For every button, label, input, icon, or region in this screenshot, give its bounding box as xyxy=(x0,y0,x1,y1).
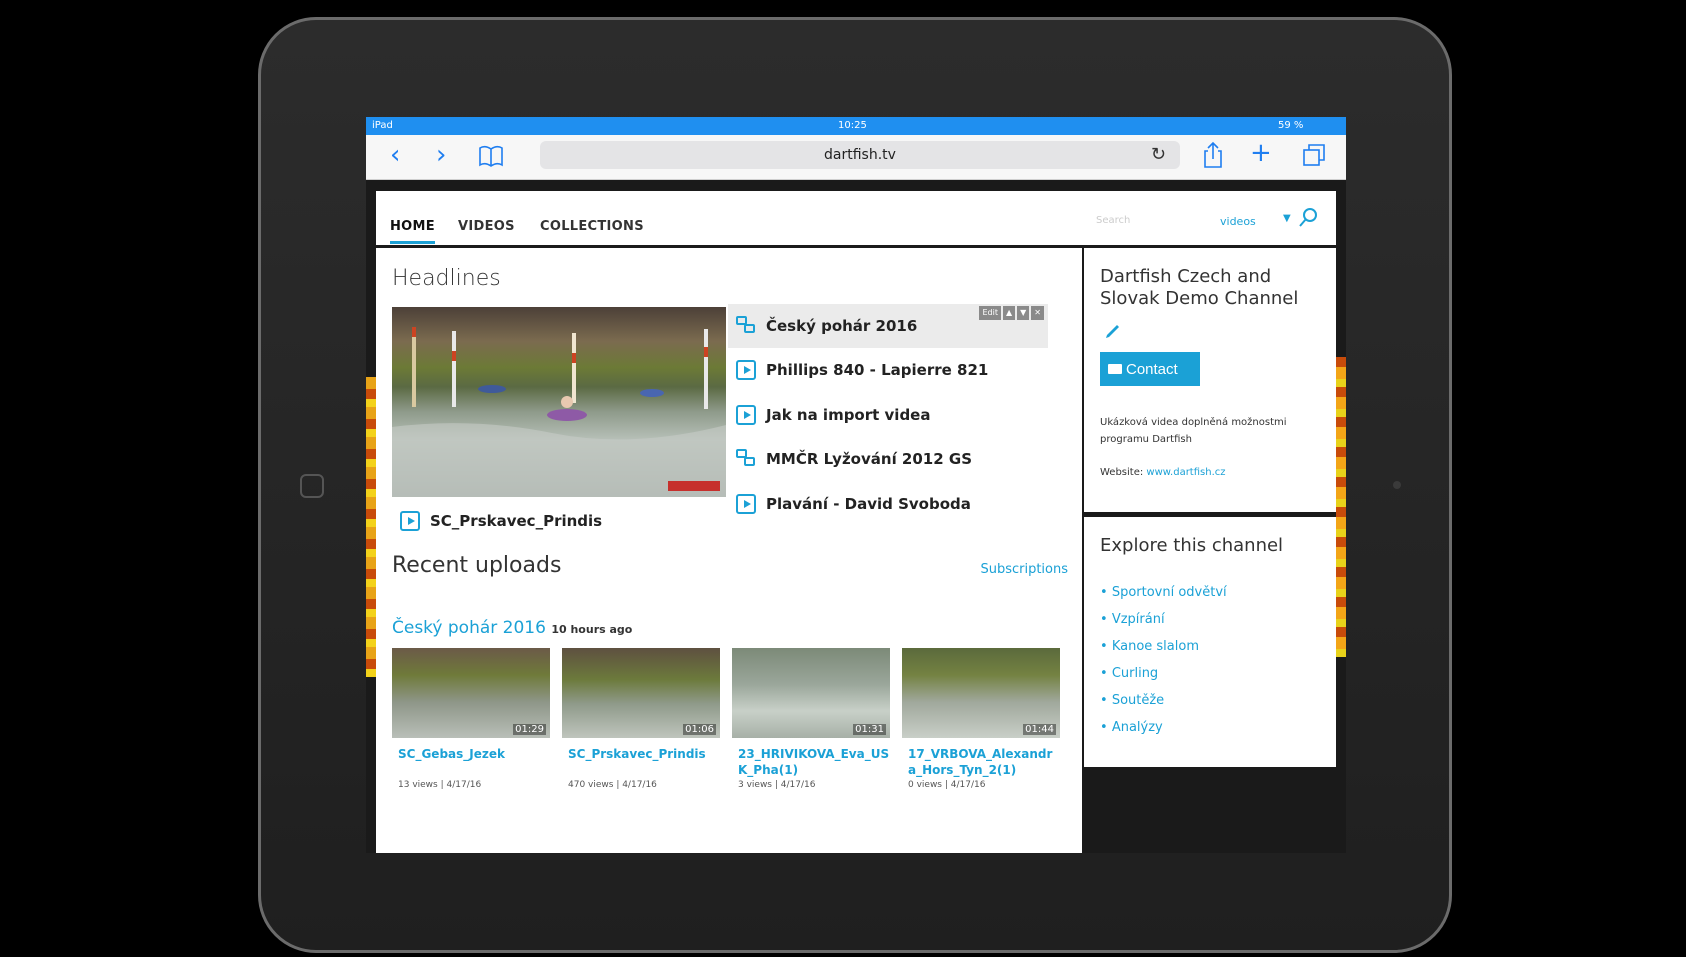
video-card[interactable]: 01:44 17_VRBOVA_Alexandra_Hors_Tyn_2(1) … xyxy=(902,648,1060,790)
collection-heading: Český pohár 2016 10 hours ago xyxy=(392,618,632,638)
headline-item[interactable]: Phillips 840 - Lapierre 821 xyxy=(728,348,1048,392)
channel-info-panel: Dartfish Czech and Slovak Demo Channel C… xyxy=(1084,248,1336,512)
play-icon xyxy=(736,360,756,380)
channel-website: Website: www.dartfish.cz xyxy=(1100,467,1226,478)
headline-item[interactable]: MMČR Lyžování 2012 GS xyxy=(728,437,1048,481)
broadcast-logo xyxy=(668,481,720,491)
video-thumbnail[interactable]: 01:44 xyxy=(902,648,1060,738)
screen: iPad 10:25 59 % ‹ › dartfish.tv ↻ + HOME… xyxy=(366,117,1346,853)
video-card[interactable]: 01:29 SC_Gebas_Jezek 13 views | 4/17/16 xyxy=(392,648,550,790)
explore-link[interactable]: Curling xyxy=(1100,660,1227,687)
explore-link[interactable]: Kanoe slalom xyxy=(1100,633,1227,660)
status-bar: iPad 10:25 59 % xyxy=(366,117,1346,135)
video-card[interactable]: 01:06 SC_Prskavec_Prindis 470 views | 4/… xyxy=(562,648,720,790)
explore-list: Sportovní odvětví Vzpírání Kanoe slalom … xyxy=(1100,579,1227,741)
reload-icon[interactable]: ↻ xyxy=(1151,144,1166,165)
new-tab-icon[interactable]: + xyxy=(1250,139,1272,167)
forward-icon[interactable]: › xyxy=(436,141,446,169)
headline-label: MMČR Lyžování 2012 GS xyxy=(766,450,973,468)
video-card[interactable]: 01:31 23_HRIVIKOVA_Eva_USK_Pha(1) 3 view… xyxy=(732,648,890,790)
tab-home[interactable]: HOME xyxy=(390,219,435,244)
move-down-button[interactable]: ▼ xyxy=(1017,306,1030,320)
main-content: Headlines SC_Prskavec_Prindis Český pohá… xyxy=(376,248,1082,853)
featured-video-thumbnail[interactable] xyxy=(392,307,726,497)
video-duration: 01:29 xyxy=(513,724,546,735)
headline-controls: Edit ▲ ▼ ✕ xyxy=(979,306,1044,320)
backdrop-stripes-left xyxy=(366,377,376,677)
headline-item[interactable]: Český pohár 2016 Edit ▲ ▼ ✕ xyxy=(728,304,1048,348)
headline-label: Plavání - David Svoboda xyxy=(766,495,971,513)
collection-icon xyxy=(736,449,758,469)
home-button[interactable] xyxy=(300,474,324,498)
video-meta: 3 views | 4/17/16 xyxy=(738,780,816,790)
search-scope-select[interactable]: videos xyxy=(1220,215,1256,228)
safari-toolbar: ‹ › dartfish.tv ↻ + xyxy=(366,135,1346,180)
chevron-down-icon[interactable]: ▼ xyxy=(1283,213,1291,224)
remove-button[interactable]: ✕ xyxy=(1031,306,1044,320)
explore-link[interactable]: Soutěže xyxy=(1100,687,1227,714)
headline-item[interactable]: Plavání - David Svoboda xyxy=(728,482,1048,526)
back-icon[interactable]: ‹ xyxy=(390,141,400,169)
video-thumbnail[interactable]: 01:29 xyxy=(392,648,550,738)
carrier-label: iPad xyxy=(372,120,393,131)
clock: 10:25 xyxy=(838,120,867,131)
tab-collections[interactable]: COLLECTIONS xyxy=(540,219,644,234)
video-title[interactable]: 23_HRIVIKOVA_Eva_USK_Pha(1) xyxy=(732,746,890,778)
video-meta: 13 views | 4/17/16 xyxy=(398,780,482,790)
explore-link[interactable]: Sportovní odvětví xyxy=(1100,579,1227,606)
tab-videos[interactable]: VIDEOS xyxy=(458,219,515,234)
address-bar[interactable]: dartfish.tv ↻ xyxy=(540,141,1180,169)
video-thumbnail[interactable]: 01:06 xyxy=(562,648,720,738)
video-thumbnail[interactable]: 01:31 xyxy=(732,648,890,738)
video-title[interactable]: SC_Prskavec_Prindis xyxy=(562,746,720,762)
video-meta: 0 views | 4/17/16 xyxy=(908,780,986,790)
video-meta: 470 views | 4/17/16 xyxy=(568,780,657,790)
edit-button[interactable]: Edit xyxy=(979,306,1001,320)
collection-link[interactable]: Český pohár 2016 xyxy=(392,618,546,638)
headline-label: Jak na import videa xyxy=(766,406,931,424)
play-icon xyxy=(400,511,420,531)
video-title[interactable]: 17_VRBOVA_Alexandra_Hors_Tyn_2(1) xyxy=(902,746,1060,778)
collection-timestamp: 10 hours ago xyxy=(551,623,633,636)
url-text: dartfish.tv xyxy=(824,147,896,163)
website-label: Website: xyxy=(1100,467,1144,478)
explore-title: Explore this channel xyxy=(1100,535,1284,556)
headline-label: Phillips 840 - Lapierre 821 xyxy=(766,361,989,379)
contact-label: Contact xyxy=(1126,360,1178,378)
explore-link[interactable]: Analýzy xyxy=(1100,714,1227,741)
battery-label: 59 % xyxy=(1278,120,1304,131)
collection-icon xyxy=(736,316,758,336)
explore-link[interactable]: Vzpírání xyxy=(1100,606,1227,633)
website-link[interactable]: www.dartfish.cz xyxy=(1146,467,1225,478)
bookmarks-icon[interactable] xyxy=(478,145,504,167)
recent-uploads-title: Recent uploads xyxy=(392,553,562,578)
featured-video-title: SC_Prskavec_Prindis xyxy=(430,512,603,530)
tabs-icon[interactable] xyxy=(1302,143,1326,167)
camera-icon xyxy=(1393,481,1401,489)
video-duration: 01:44 xyxy=(1023,724,1056,735)
pencil-icon[interactable] xyxy=(1104,320,1122,338)
play-icon xyxy=(736,405,756,425)
site-header: HOME VIDEOS COLLECTIONS Search videos ▼ xyxy=(376,191,1336,248)
search-icon[interactable] xyxy=(1298,207,1318,227)
video-duration: 01:31 xyxy=(853,724,886,735)
headline-label: Český pohár 2016 xyxy=(766,317,918,335)
featured-video-caption[interactable]: SC_Prskavec_Prindis xyxy=(392,503,726,537)
move-up-button[interactable]: ▲ xyxy=(1002,306,1016,320)
video-title[interactable]: SC_Gebas_Jezek xyxy=(392,746,550,762)
play-icon xyxy=(736,494,756,514)
explore-panel: Explore this channel Sportovní odvětví V… xyxy=(1084,517,1336,767)
video-duration: 01:06 xyxy=(683,724,716,735)
channel-description: Ukázková videa doplněná možnostmi progra… xyxy=(1100,417,1287,445)
headline-item[interactable]: Jak na import videa xyxy=(728,393,1048,437)
contact-button[interactable]: Contact xyxy=(1100,352,1200,386)
headlines-title: Headlines xyxy=(392,266,501,291)
share-icon[interactable] xyxy=(1202,141,1224,169)
channel-title: Dartfish Czech and Slovak Demo Channel xyxy=(1100,266,1299,309)
search-input[interactable]: Search xyxy=(1096,215,1130,226)
recent-videos-grid: 01:29 SC_Gebas_Jezek 13 views | 4/17/16 … xyxy=(392,648,1064,848)
mail-icon xyxy=(1108,364,1122,374)
subscriptions-link[interactable]: Subscriptions xyxy=(980,562,1068,577)
backdrop-stripes-right xyxy=(1336,357,1346,657)
